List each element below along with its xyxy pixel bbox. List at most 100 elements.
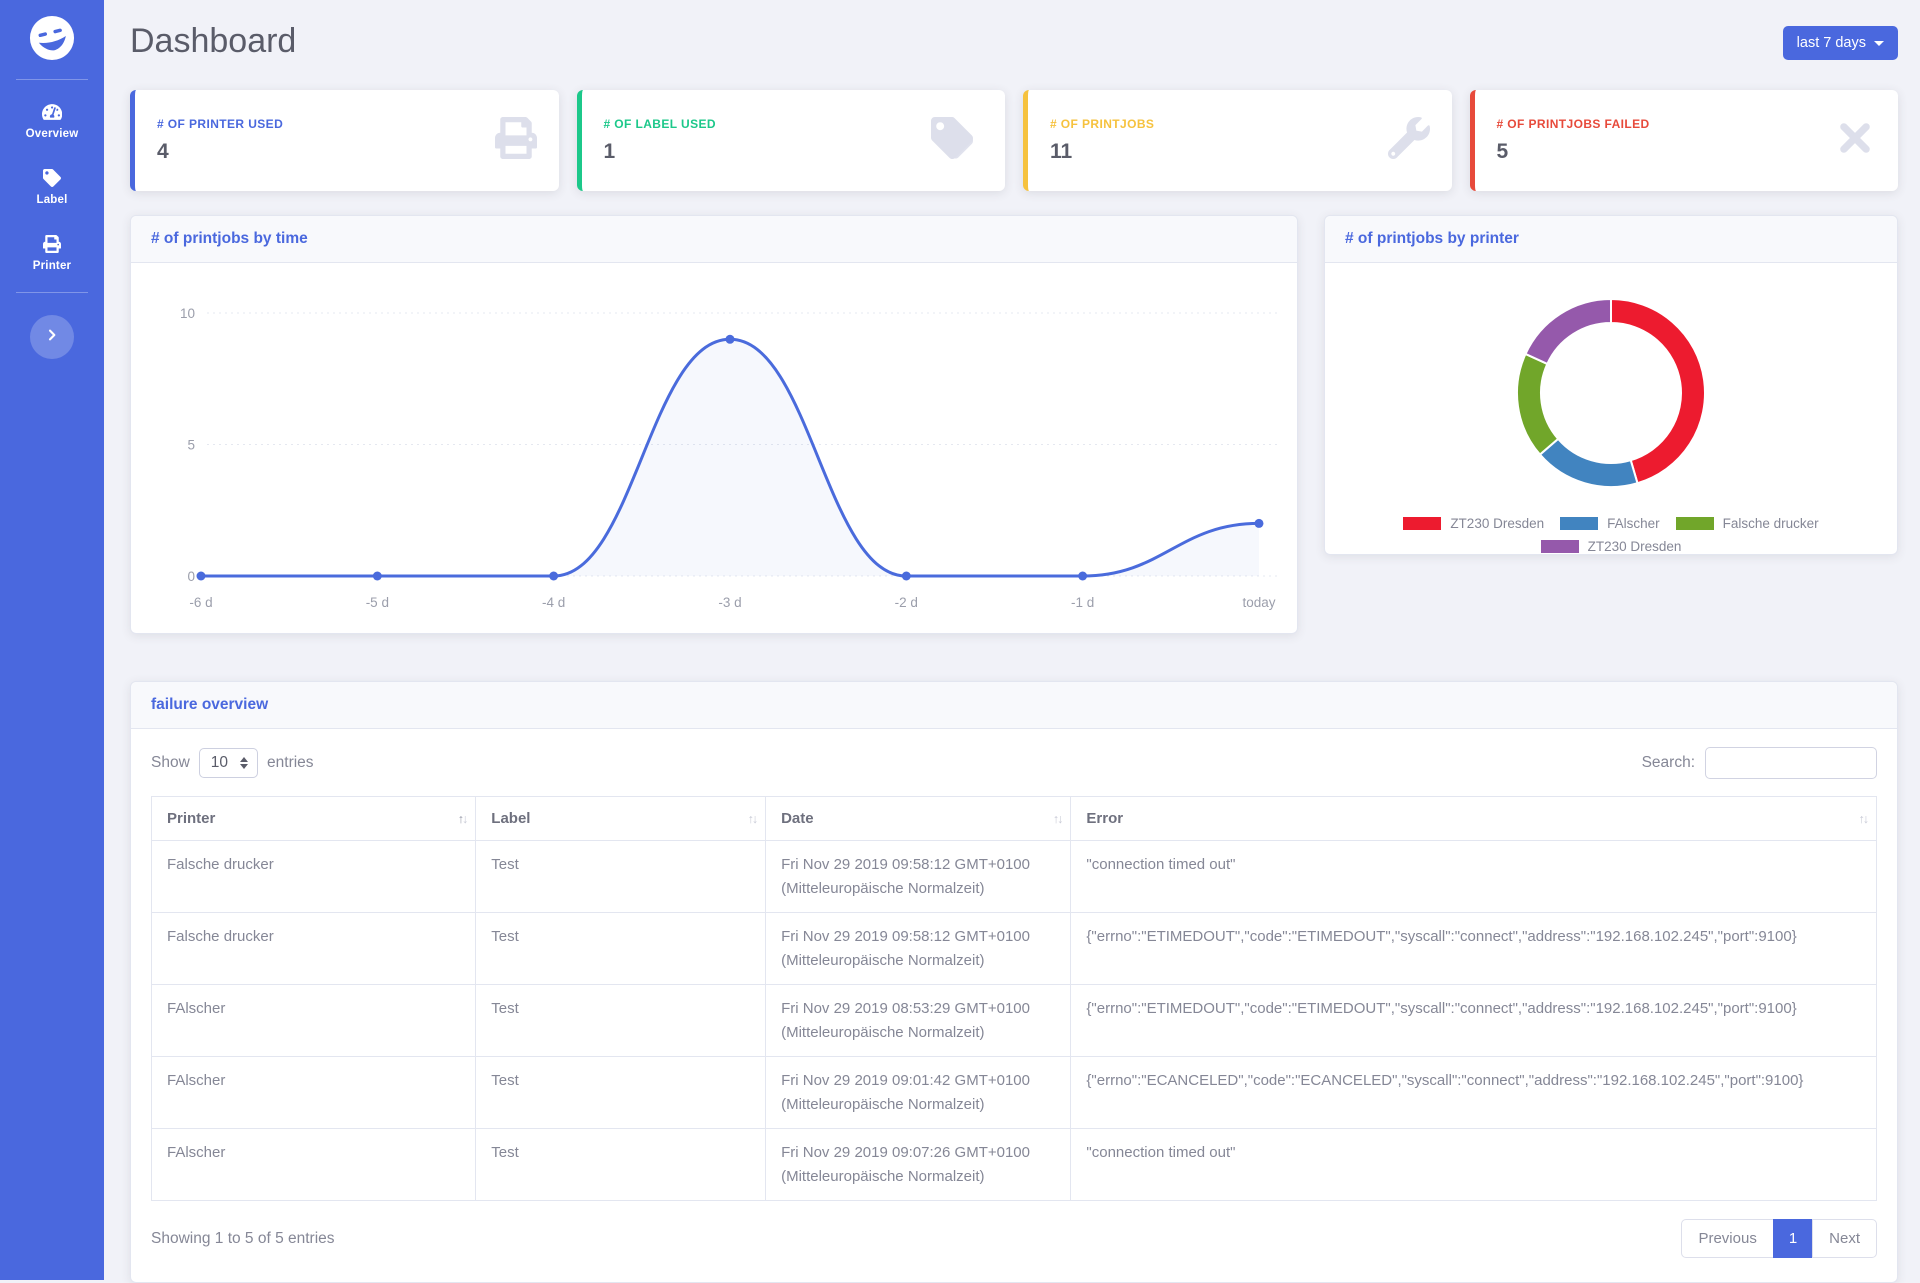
data-point (197, 572, 206, 581)
cell-label: Test (476, 985, 766, 1057)
legend-swatch (1676, 517, 1714, 530)
y-axis-label: 10 (180, 306, 195, 321)
cell-date: Fri Nov 29 2019 09:58:12 GMT+0100 (Mittel… (766, 913, 1071, 985)
stat-card-label: # OF PRINTJOBS (1050, 117, 1154, 131)
page-length-value: 10 (211, 754, 228, 772)
date-line: Fri Nov 29 2019 08:53:29 GMT+0100 (781, 1000, 1055, 1017)
cell-error: "connection timed out" (1071, 1129, 1877, 1201)
caret-down-icon (1874, 41, 1884, 46)
pagination-next-button[interactable]: Next (1812, 1219, 1877, 1258)
donut-segment-zt230-dresden (1611, 299, 1705, 483)
sidebar-item-label[interactable]: Label (26, 152, 79, 218)
cell-printer: Falsche drucker (152, 913, 476, 985)
column-header-label: Error (1086, 810, 1123, 827)
date-timezone: (Mitteleuropäische Normalzeit) (781, 952, 1055, 969)
donut-segment-falsche-drucker (1517, 354, 1558, 455)
column-header-label[interactable]: Label↑↓ (476, 797, 766, 841)
card-title: # of printjobs by printer (1325, 216, 1897, 263)
legend-item[interactable]: ZT230 Dresden (1541, 539, 1682, 554)
chart-area-fill (201, 339, 1259, 576)
table-summary: Showing 1 to 5 of 5 entries (151, 1230, 335, 1248)
x-axis-label: -4 d (542, 595, 565, 610)
wrench-icon (1388, 117, 1430, 164)
tachometer-icon (42, 102, 62, 122)
date-timezone: (Mitteleuropäische Normalzeit) (781, 1096, 1055, 1113)
donut-chart-body: ZT230 Dresden FAlscher Falsche drucker ZT23… (1325, 263, 1897, 554)
page-length-select[interactable]: 10 (199, 748, 258, 778)
date-range-label: last 7 days (1797, 35, 1866, 51)
legend-label: ZT230 Dresden (1588, 539, 1682, 554)
sort-icons: ↑↓ (748, 812, 757, 826)
cell-printer: FAlscher (152, 1057, 476, 1129)
printjobs-by-time-card: # of printjobs by time 0510-6 d-5 d-4 d-… (130, 215, 1298, 634)
stat-card: # OF PRINTER USED 4 (130, 90, 559, 191)
failure-overview-card: failure overview Show 10 entries Search: (130, 681, 1898, 1283)
pagination-previous-button[interactable]: Previous (1681, 1219, 1773, 1258)
column-header-date[interactable]: Date↑↓ (766, 797, 1071, 841)
x-axis-label: today (1242, 595, 1275, 610)
line-chart: 0510-6 d-5 d-4 d-3 d-2 d-1 dtoday (131, 263, 1297, 633)
sort-icons: ↑↓ (1859, 812, 1868, 826)
search-label: Search: (1642, 754, 1695, 772)
printjobs-by-printer-chart (1325, 275, 1897, 507)
table-body: Show 10 entries Search: Printer↑↓Label↑↓… (131, 729, 1897, 1282)
tags-icon (931, 117, 984, 164)
sidebar-collapse-button[interactable] (30, 315, 74, 359)
stat-card: # OF PRINTJOBS11 (1023, 90, 1452, 191)
printer-icon (495, 117, 537, 164)
data-point (549, 572, 558, 581)
legend-item[interactable]: ZT230 Dresden (1403, 516, 1544, 531)
failure-table: Printer↑↓Label↑↓Date↑↓Error↑↓ Falsche dr… (151, 796, 1877, 1201)
stat-card-text: # OF PRINTER USED 4 (157, 117, 283, 164)
smiley-wink-icon (29, 48, 75, 65)
sidebar-item-overview[interactable]: Overview (26, 86, 79, 152)
stat-card: # OF LABEL USED1 (577, 90, 1006, 191)
stat-cards-row: # OF PRINTER USED4# OF LABEL USED1# OF P… (130, 90, 1898, 191)
date-range-button[interactable]: last 7 days (1783, 26, 1898, 60)
y-axis-label: 0 (187, 569, 195, 584)
sidebar-item-label: Label (36, 194, 67, 206)
chevron-right-icon (44, 327, 60, 348)
cell-printer: FAlscher (152, 1129, 476, 1201)
table-row: FAlscherTestFri Nov 29 2019 08:53:29 GMT… (152, 985, 1877, 1057)
sidebar: Overview Label Printer (0, 0, 104, 1280)
data-point (373, 572, 382, 581)
data-point (1254, 519, 1263, 528)
column-header-label: Date (781, 810, 814, 827)
cell-printer: Falsche drucker (152, 841, 476, 913)
legend-swatch (1560, 517, 1598, 530)
card-title: failure overview (131, 682, 1897, 729)
main-content: Dashboard last 7 days # OF PRINTER USED 4… (104, 0, 1920, 1280)
legend-label: Falsche drucker (1723, 516, 1819, 531)
data-point (902, 572, 911, 581)
sidebar-item-label: Printer (33, 260, 71, 272)
page-title: Dashboard (130, 22, 296, 60)
cell-label: Test (476, 841, 766, 913)
table-controls: Show 10 entries Search: (151, 747, 1877, 779)
cell-error: {"errno":"ETIMEDOUT","code":"ETIMEDOUT",… (1071, 913, 1877, 985)
date-line: Fri Nov 29 2019 09:58:12 GMT+0100 (781, 856, 1055, 873)
x-axis-label: -3 d (718, 595, 741, 610)
donut-segment-zt230-dresden (1525, 299, 1611, 364)
column-header-error[interactable]: Error ↑↓ (1071, 797, 1877, 841)
date-line: Fri Nov 29 2019 09:58:12 GMT+0100 (781, 928, 1055, 945)
app-logo[interactable] (29, 15, 75, 61)
table-row: FAlscherTestFri Nov 29 2019 09:01:42 GMT… (152, 1057, 1877, 1129)
date-timezone: (Mitteleuropäische Normalzeit) (781, 1024, 1055, 1041)
table-search: Search: (1642, 747, 1877, 779)
pagination-page-1-button[interactable]: 1 (1773, 1219, 1813, 1258)
search-input[interactable] (1705, 747, 1877, 779)
legend-item[interactable]: Falsche drucker (1676, 516, 1819, 531)
cell-error: {"errno":"ETIMEDOUT","code":"ETIMEDOUT",… (1071, 985, 1877, 1057)
date-line: Fri Nov 29 2019 09:07:26 GMT+0100 (781, 1144, 1055, 1161)
column-header-printer[interactable]: Printer↑↓ (152, 797, 476, 841)
table-row: Falsche druckerTestFri Nov 29 2019 09:58… (152, 913, 1877, 985)
cell-error: "connection timed out" (1071, 841, 1877, 913)
stat-card-value: 5 (1497, 140, 1650, 164)
table-rows: Falsche druckerTestFri Nov 29 2019 09:58… (152, 841, 1877, 1201)
legend-item[interactable]: FAlscher (1560, 516, 1660, 531)
y-axis-label: 5 (187, 438, 195, 453)
stat-card-value: 4 (157, 140, 283, 164)
stat-card-label: # OF PRINTER USED (157, 117, 283, 131)
sidebar-item-printer[interactable]: Printer (26, 218, 79, 284)
